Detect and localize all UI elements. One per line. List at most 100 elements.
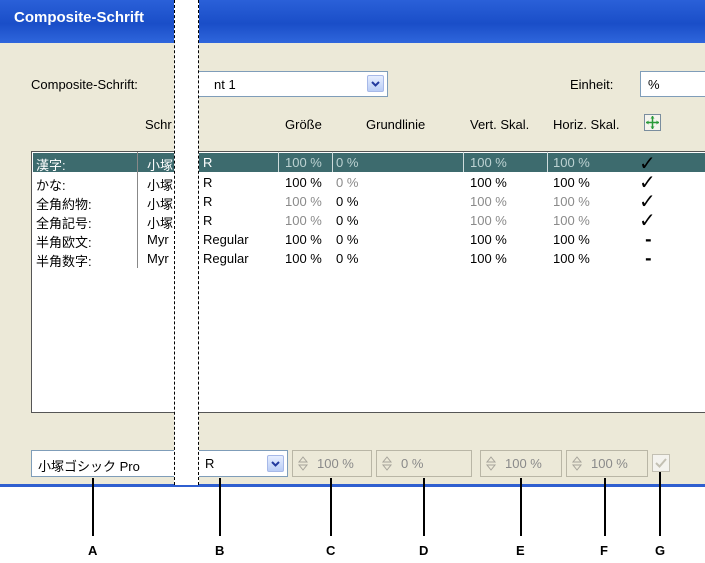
baseline-field[interactable]: 0 %	[376, 450, 472, 477]
row-baseline: 0 %	[336, 213, 359, 228]
cut-line-right	[198, 0, 199, 485]
scale-toggle-button[interactable]	[644, 114, 661, 131]
col-header-size: Größe	[285, 117, 322, 132]
row-size: 100 %	[285, 194, 322, 209]
callout-line-e	[520, 478, 522, 536]
row-style: Regular	[203, 232, 249, 247]
row-size: 100 %	[285, 213, 322, 228]
spinner-arrows-icon[interactable]	[485, 456, 497, 471]
row-hscale: 100 %	[553, 175, 590, 190]
row-vscale: 100 %	[470, 213, 507, 228]
checkmark-icon	[655, 458, 667, 468]
spinner-arrows-icon[interactable]	[297, 456, 309, 471]
row-hscale: 100 %	[553, 232, 590, 247]
font-family-dropdown[interactable]: 小塚ゴシック Pro	[31, 450, 179, 477]
vscale-value: 100 %	[505, 456, 542, 471]
row-style: R	[203, 194, 213, 209]
row-style: R	[203, 155, 213, 170]
font-style-dropdown[interactable]: R	[198, 450, 288, 477]
dialog-bottom-border	[0, 484, 705, 487]
spinner-arrows-icon[interactable]	[571, 456, 583, 471]
callout-label-f: F	[600, 543, 608, 558]
hscale-value: 100 %	[591, 456, 628, 471]
move-icon	[646, 116, 659, 129]
cut-gap	[174, 0, 199, 485]
callout-line-f	[604, 478, 606, 536]
col-header-hscale: Horiz. Skal.	[553, 117, 620, 132]
row-style: R	[203, 213, 213, 228]
row-font: 小塚	[147, 178, 174, 193]
callout-line-b	[219, 478, 221, 536]
row-vscale: 100 %	[470, 155, 507, 170]
row-class-name[interactable]: かな:	[36, 175, 66, 194]
row-class-name[interactable]: 漢字:	[36, 155, 66, 174]
row-vscale: 100 %	[470, 251, 507, 266]
font-family-value: 小塚ゴシック Pro	[38, 459, 140, 474]
row-font: 小塚	[147, 158, 174, 173]
callout-line-d	[423, 478, 425, 536]
row-font: 小塚	[147, 197, 174, 212]
row-vscale: 100 %	[470, 194, 507, 209]
size-value: 100 %	[317, 456, 354, 471]
row-font: Myr	[147, 232, 169, 247]
composite-font-dropdown[interactable]: nt 1	[178, 71, 388, 97]
scale-checkbox[interactable]	[652, 454, 670, 472]
unit-label: Einheit:	[570, 77, 614, 92]
row-class-name[interactable]: 半角数字:	[36, 251, 92, 270]
composite-font-table[interactable]	[31, 151, 705, 413]
row-style: Regular	[203, 251, 249, 266]
callout-label-g: G	[655, 543, 666, 558]
callout-line-c	[330, 478, 332, 536]
window-title: Composite-Schrift	[14, 9, 145, 26]
chevron-down-icon[interactable]	[267, 455, 284, 472]
unit-value: %	[648, 77, 660, 92]
row-class-name[interactable]: 全角約物:	[36, 194, 92, 213]
row-baseline: 0 %	[336, 155, 359, 170]
row-size: 100 %	[285, 251, 322, 266]
hscale-field[interactable]: 100 %	[566, 450, 648, 477]
row-baseline: 0 %	[336, 175, 359, 190]
callout-line-g	[659, 472, 661, 536]
callout-label-b: B	[215, 543, 225, 558]
row-hscale: 100 %	[553, 155, 590, 170]
col-header-baseline: Grundlinie	[366, 117, 426, 132]
callout-line-a	[92, 478, 94, 536]
row-font: 小塚	[147, 216, 174, 231]
font-style-value: R	[205, 456, 215, 471]
baseline-value: 0 %	[401, 456, 424, 471]
row-hscale: 100 %	[553, 194, 590, 209]
selected-row-highlight	[33, 153, 705, 172]
unit-dropdown[interactable]: %	[640, 71, 705, 97]
column-separator	[137, 152, 138, 268]
vscale-field[interactable]: 100 %	[480, 450, 562, 477]
row-hscale: 100 %	[553, 213, 590, 228]
row-vscale: 100 %	[470, 232, 507, 247]
column-separator	[278, 152, 279, 172]
row-font: Myr	[147, 251, 169, 266]
row-hscale: 100 %	[553, 251, 590, 266]
row-size: 100 %	[285, 175, 322, 190]
cut-line-left	[174, 0, 175, 485]
row-baseline: 0 %	[336, 232, 359, 247]
col-header-schrift: Schr	[145, 117, 172, 132]
size-field[interactable]: 100 %	[292, 450, 372, 477]
column-separator	[332, 152, 333, 172]
spinner-arrows-icon[interactable]	[381, 456, 393, 471]
col-header-vscale: Vert. Skal.	[470, 117, 530, 132]
row-baseline: 0 %	[336, 194, 359, 209]
font-label: Composite-Schrift:	[31, 77, 138, 92]
row-class-name[interactable]: 半角欧文:	[36, 232, 92, 251]
column-separator	[463, 152, 464, 172]
row-style: R	[203, 175, 213, 190]
callout-label-e: E	[516, 543, 525, 558]
row-scale-mark: -	[645, 249, 652, 268]
callout-label-d: D	[419, 543, 429, 558]
chevron-down-icon[interactable]	[367, 75, 384, 92]
row-scale-mark: ✓	[639, 208, 656, 232]
row-size: 100 %	[285, 232, 322, 247]
row-baseline: 0 %	[336, 251, 359, 266]
row-class-name[interactable]: 全角記号:	[36, 213, 92, 232]
row-size: 100 %	[285, 155, 322, 170]
callout-label-c: C	[326, 543, 336, 558]
column-separator	[547, 152, 548, 172]
